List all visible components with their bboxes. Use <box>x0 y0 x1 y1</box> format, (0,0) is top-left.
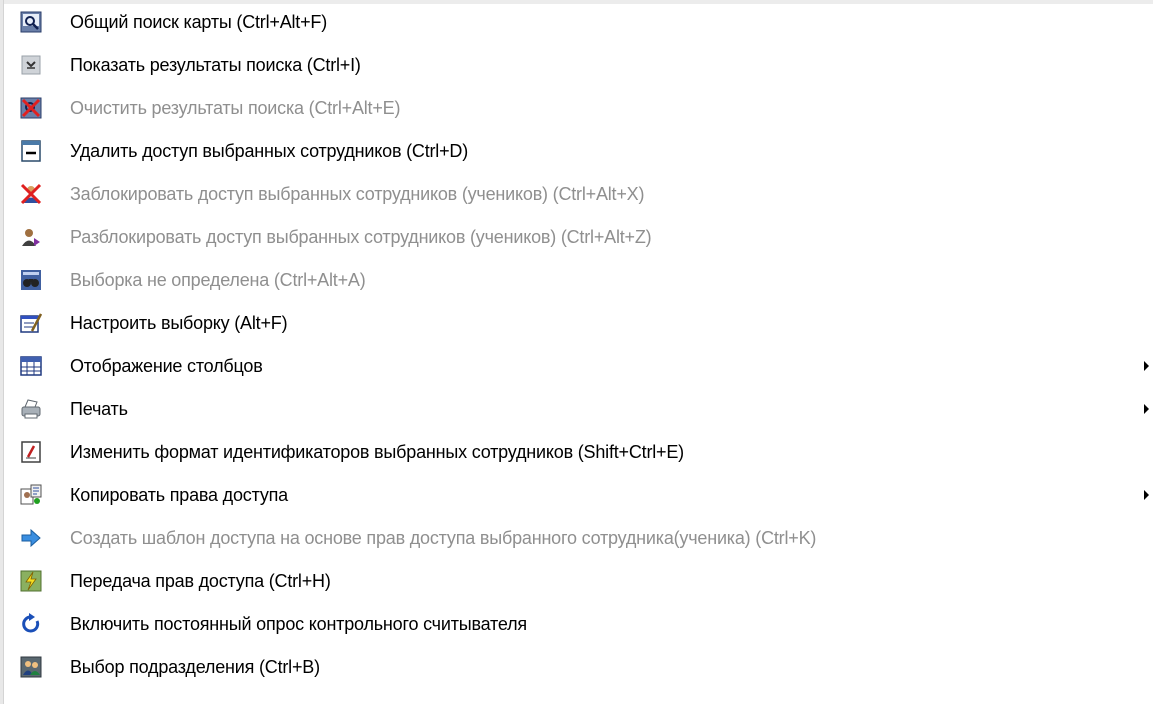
context-menu: Общий поиск карты (Ctrl+Alt+F) Показать … <box>0 0 1153 704</box>
menu-item-unblock-access[interactable]: Разблокировать доступ выбранных сотрудни… <box>4 219 1153 255</box>
menu-item-enable-reader-polling[interactable]: Включить постоянный опрос контрольного с… <box>4 606 1153 642</box>
menu-item-configure-selection[interactable]: Настроить выборку (Alt+F) <box>4 305 1153 341</box>
menu-item-label: Передача прав доступа (Ctrl+H) <box>70 571 331 591</box>
menu-item-label: Выборка не определена (Ctrl+Alt+A) <box>70 270 366 290</box>
block-access-icon <box>20 183 42 205</box>
menu-item-label: Копировать права доступа <box>70 485 288 505</box>
menu-item-change-id-format[interactable]: Изменить формат идентификаторов выбранны… <box>4 434 1153 470</box>
department-icon <box>20 656 42 678</box>
menu-item-selection-undefined[interactable]: Выборка не определена (Ctrl+Alt+A) <box>4 262 1153 298</box>
map-search-icon <box>20 11 42 33</box>
menu-item-label: Удалить доступ выбранных сотрудников (Ct… <box>70 141 468 161</box>
menu-item-create-access-template[interactable]: Создать шаблон доступа на основе прав до… <box>4 520 1153 556</box>
menu-item-clear-search-results[interactable]: Очистить результаты поиска (Ctrl+Alt+E) <box>4 90 1153 126</box>
unblock-access-icon <box>20 226 42 248</box>
menu-item-label: Изменить формат идентификаторов выбранны… <box>70 442 684 462</box>
submenu-arrow-icon <box>1144 490 1149 500</box>
submenu-arrow-icon <box>1144 361 1149 371</box>
menu-item-general-card-search[interactable]: Общий поиск карты (Ctrl+Alt+F) <box>4 4 1153 40</box>
refresh-icon <box>20 613 42 635</box>
binoculars-icon <box>20 269 42 291</box>
menu-item-label: Выбор подразделения (Ctrl+B) <box>70 657 320 677</box>
delete-access-icon <box>20 140 42 162</box>
menu-item-label: Отображение столбцов <box>70 356 263 376</box>
menu-item-copy-access-rights[interactable]: Копировать права доступа <box>4 477 1153 513</box>
menu-item-block-access[interactable]: Заблокировать доступ выбранных сотрудник… <box>4 176 1153 212</box>
printer-icon <box>20 398 42 420</box>
lightning-icon <box>20 570 42 592</box>
menu-item-label: Печать <box>70 399 128 419</box>
menu-item-label: Заблокировать доступ выбранных сотрудник… <box>70 184 645 204</box>
clear-results-icon <box>20 97 42 119</box>
menu-item-label: Создать шаблон доступа на основе прав до… <box>70 528 817 548</box>
menu-item-label: Разблокировать доступ выбранных сотрудни… <box>70 227 652 247</box>
menu-item-label: Очистить результаты поиска (Ctrl+Alt+E) <box>70 98 401 118</box>
menu-item-label: Показать результаты поиска (Ctrl+I) <box>70 55 361 75</box>
menu-item-show-search-results[interactable]: Показать результаты поиска (Ctrl+I) <box>4 47 1153 83</box>
menu-item-label: Настроить выборку (Alt+F) <box>70 313 288 333</box>
copy-rights-icon <box>20 484 42 506</box>
show-results-icon <box>20 54 42 76</box>
menu-item-select-department[interactable]: Выбор подразделения (Ctrl+B) <box>4 649 1153 685</box>
menu-item-transfer-access-rights[interactable]: Передача прав доступа (Ctrl+H) <box>4 563 1153 599</box>
submenu-arrow-icon <box>1144 404 1149 414</box>
configure-selection-icon <box>20 312 42 334</box>
blue-arrow-icon <box>20 527 42 549</box>
menu-item-label: Общий поиск карты (Ctrl+Alt+F) <box>70 12 328 32</box>
menu-item-delete-access[interactable]: Удалить доступ выбранных сотрудников (Ct… <box>4 133 1153 169</box>
columns-icon <box>20 355 42 377</box>
menu-item-print[interactable]: Печать <box>4 391 1153 427</box>
id-format-icon <box>20 441 42 463</box>
menu-item-column-display[interactable]: Отображение столбцов <box>4 348 1153 384</box>
menu-item-label: Включить постоянный опрос контрольного с… <box>70 614 527 634</box>
